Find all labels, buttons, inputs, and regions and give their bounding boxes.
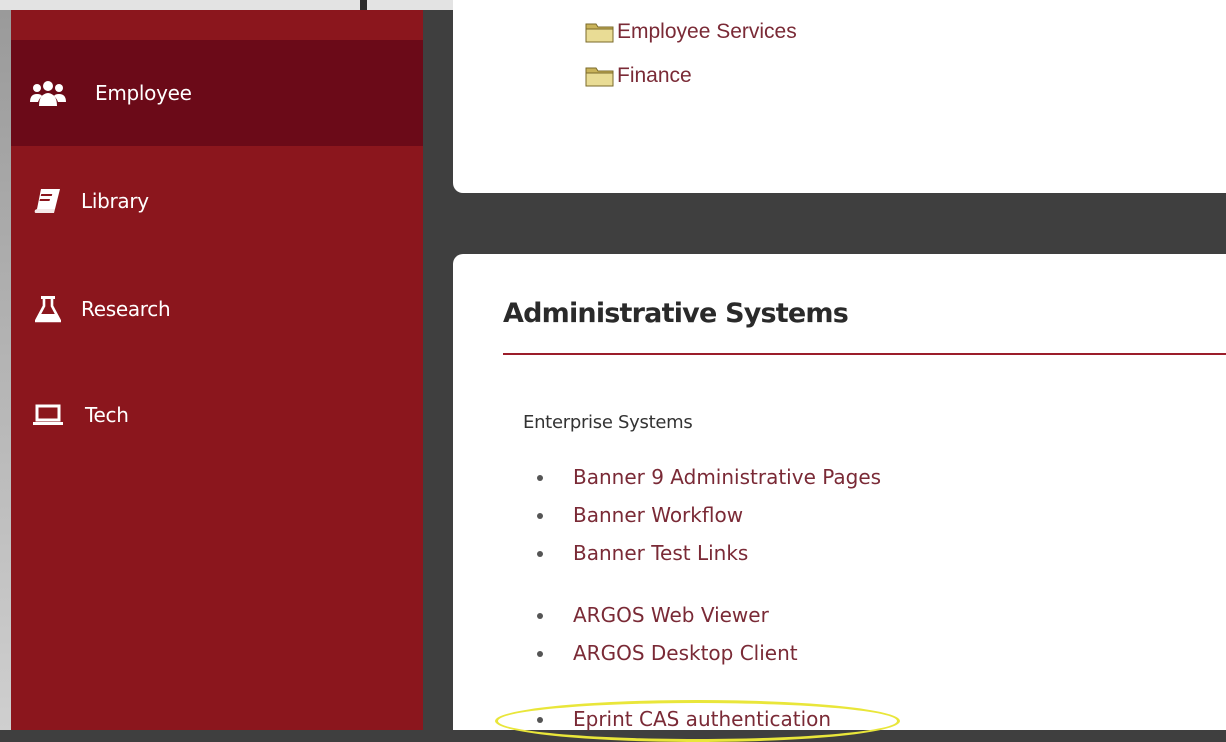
sidebar-item-employee[interactable]: Employee xyxy=(11,40,423,146)
sidebar-item-tech[interactable]: Tech xyxy=(11,362,423,468)
users-icon xyxy=(29,78,67,108)
sidebar: Employee Library Research Tech xyxy=(11,10,423,730)
banner9-admin-link[interactable]: Banner 9 Administrative Pages xyxy=(573,465,881,489)
list-item: Banner Test Links xyxy=(537,534,881,572)
highlight-annotation xyxy=(495,700,900,742)
section-title: Administrative Systems xyxy=(503,298,849,329)
argos-web-viewer-link[interactable]: ARGOS Web Viewer xyxy=(573,603,769,627)
sidebar-item-research[interactable]: Research xyxy=(11,256,423,362)
book-icon xyxy=(29,186,67,216)
sidebar-item-label: Employee xyxy=(95,81,192,105)
banner-workflow-link[interactable]: Banner Workflow xyxy=(573,503,743,527)
argos-desktop-client-link[interactable]: ARGOS Desktop Client xyxy=(573,641,798,665)
list-item: Banner 9 Administrative Pages xyxy=(537,458,881,496)
title-divider xyxy=(503,353,1226,355)
window-edge xyxy=(0,10,11,730)
enterprise-systems-heading: Enterprise Systems xyxy=(523,412,693,433)
administrative-systems-panel: Administrative Systems Enterprise System… xyxy=(453,254,1226,742)
folder-panel: Employee Services Finance xyxy=(453,0,1226,193)
folder-finance[interactable]: Finance xyxy=(585,64,692,88)
folder-employee-services[interactable]: Employee Services xyxy=(585,20,797,44)
argos-links-list: ARGOS Web Viewer ARGOS Desktop Client xyxy=(537,596,798,672)
folder-label: Employee Services xyxy=(617,20,797,43)
flask-icon xyxy=(29,294,67,324)
list-item: ARGOS Desktop Client xyxy=(537,634,798,672)
list-item: ARGOS Web Viewer xyxy=(537,596,798,634)
list-item: Banner Workflow xyxy=(537,496,881,534)
folder-icon xyxy=(585,23,614,43)
sidebar-item-library[interactable]: Library xyxy=(11,148,423,254)
banner-links-list: Banner 9 Administrative Pages Banner Wor… xyxy=(537,458,881,572)
laptop-icon xyxy=(29,400,67,430)
banner-test-links-link[interactable]: Banner Test Links xyxy=(573,541,748,565)
sidebar-item-label: Tech xyxy=(85,403,129,427)
folder-label: Finance xyxy=(617,64,692,87)
divider xyxy=(360,0,367,10)
folder-icon xyxy=(585,67,614,87)
sidebar-item-label: Research xyxy=(81,297,171,321)
sidebar-item-label: Library xyxy=(81,189,149,213)
